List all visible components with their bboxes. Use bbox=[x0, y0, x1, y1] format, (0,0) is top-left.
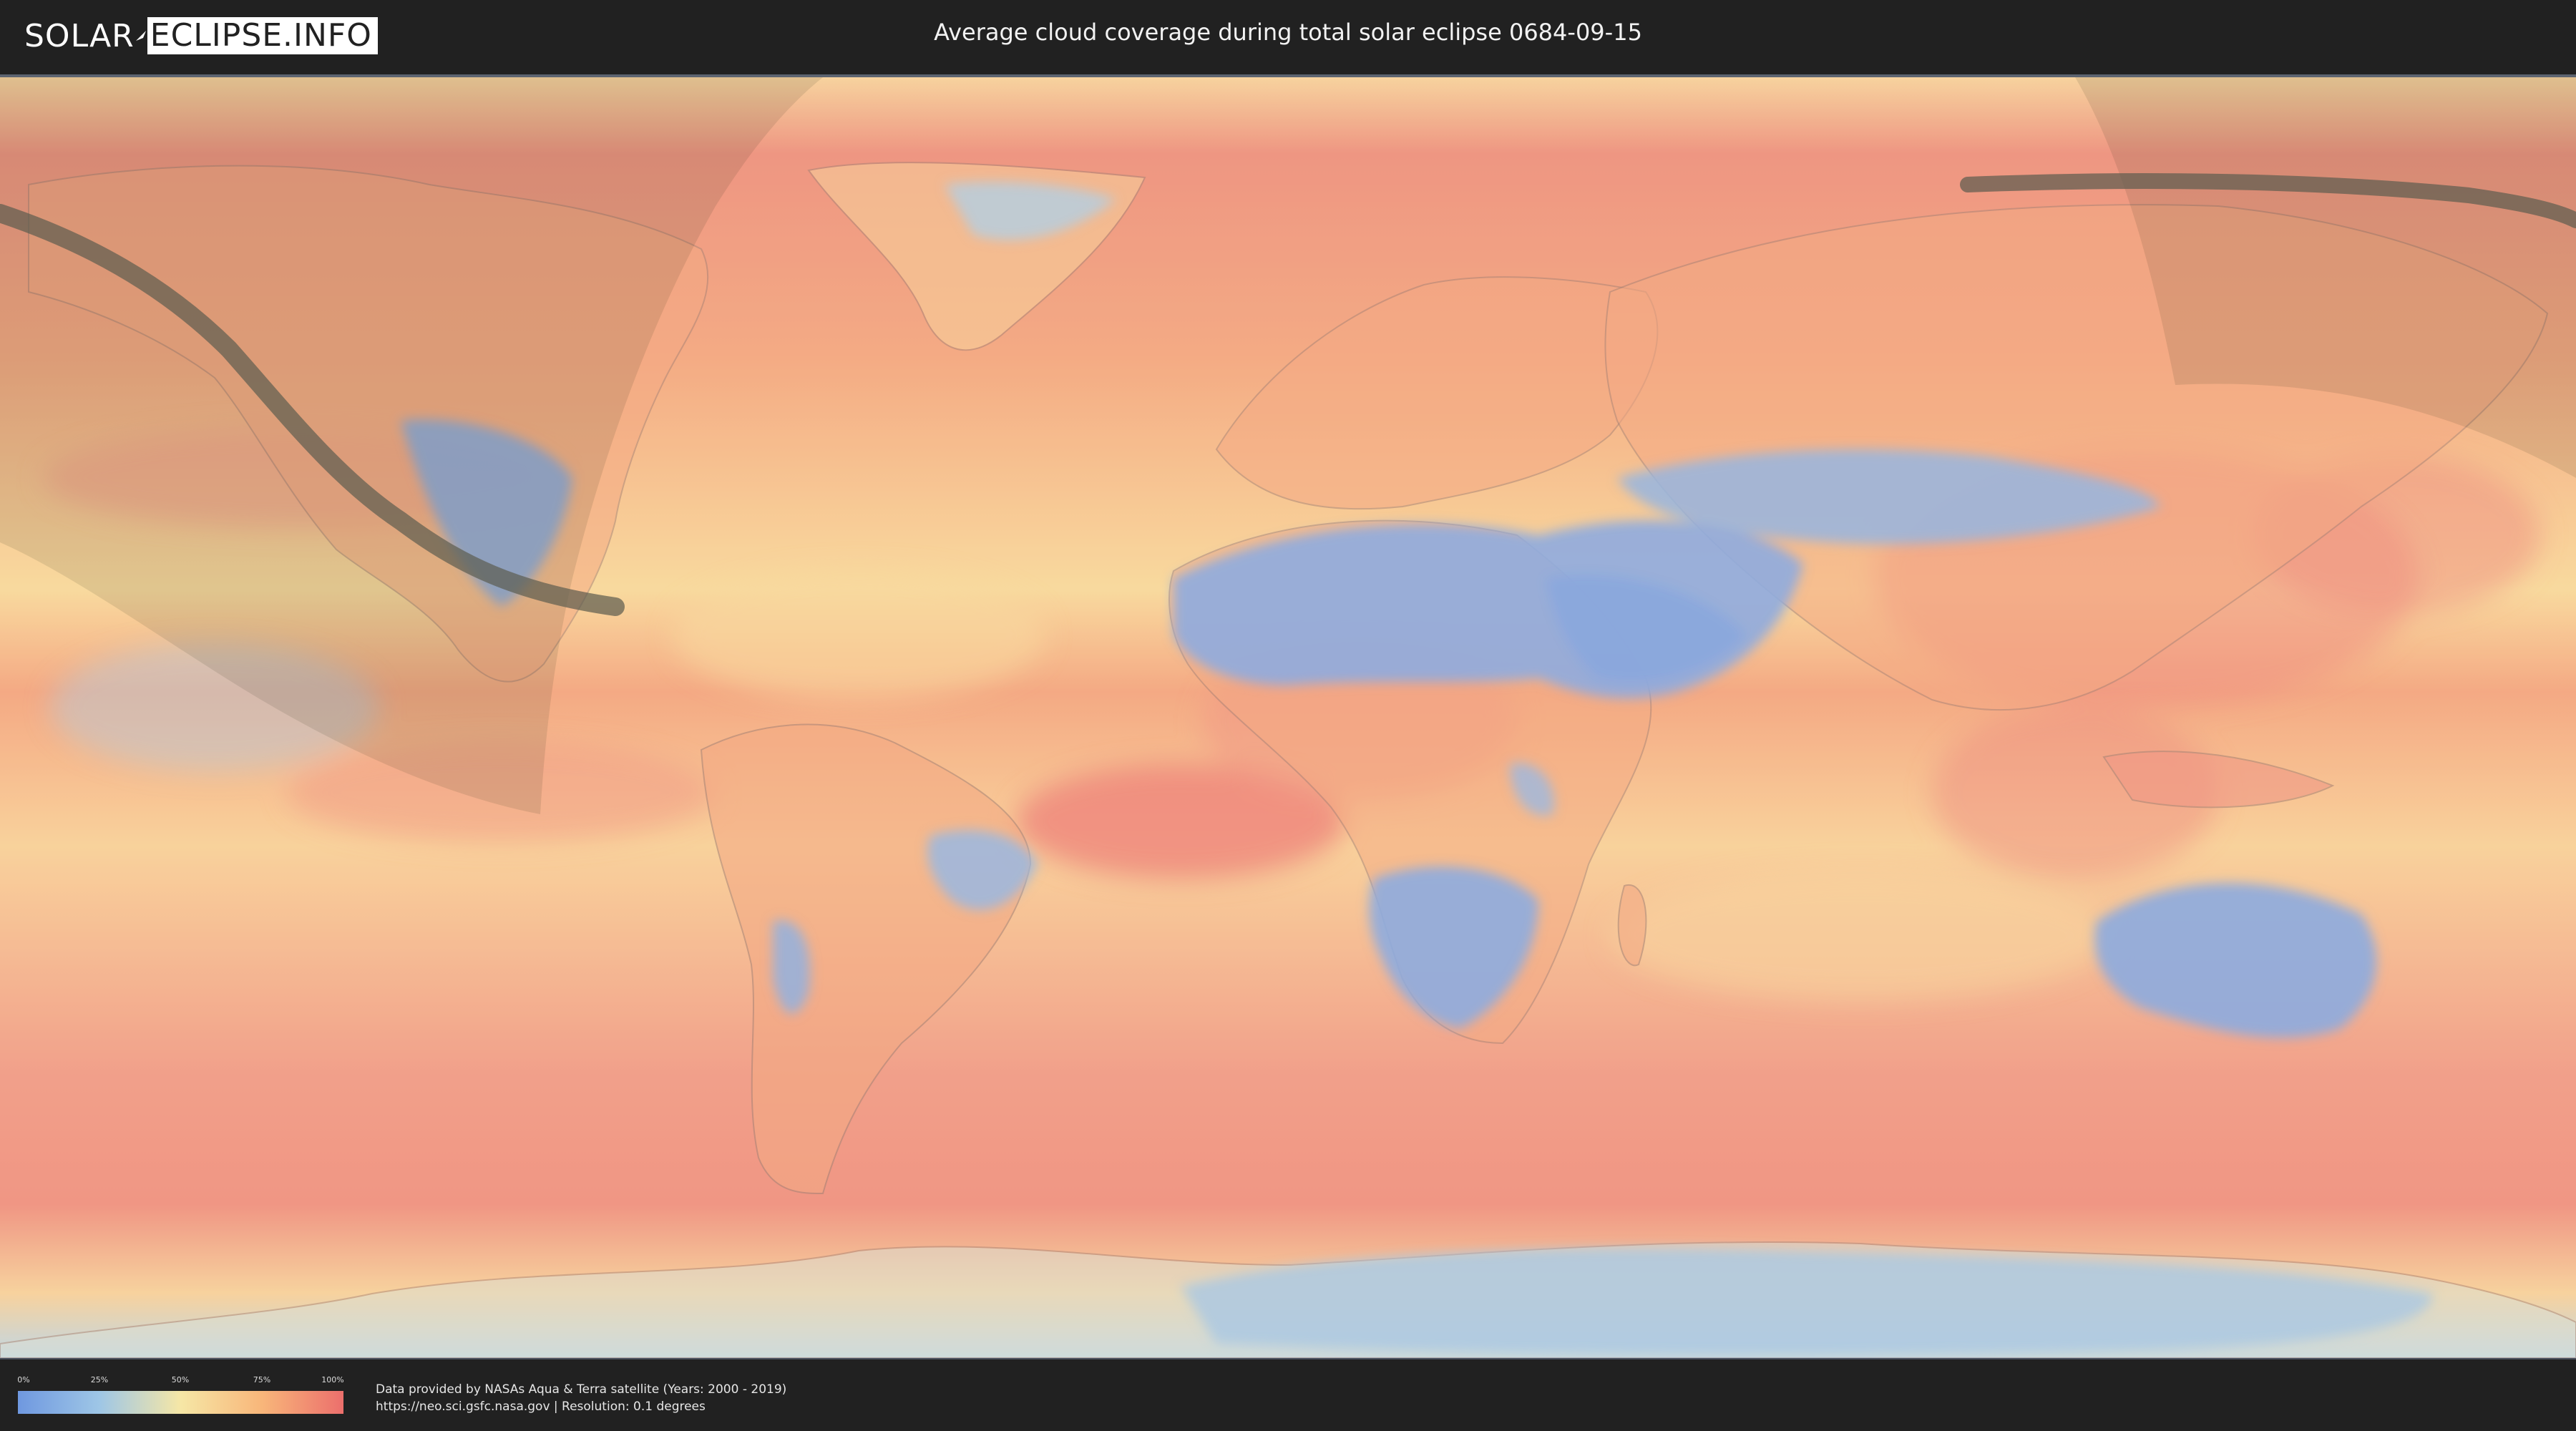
credits-source: Data provided by NASAs Aqua & Terra sate… bbox=[376, 1382, 787, 1397]
legend-tick-0: 0% bbox=[17, 1375, 30, 1384]
eclipse-visibility-overlay bbox=[0, 77, 2576, 1358]
footer-bar: 0% 25% 50% 75% 100% Data provided by NAS… bbox=[0, 1359, 2576, 1431]
data-credits: Data provided by NASAs Aqua & Terra sate… bbox=[376, 1381, 786, 1415]
world-map-svg bbox=[0, 77, 2576, 1358]
legend-tick-50: 50% bbox=[171, 1375, 190, 1384]
legend-tick-75: 75% bbox=[253, 1375, 271, 1384]
legend-tick-100: 100% bbox=[321, 1375, 344, 1384]
credits-url: https://neo.sci.gsfc.nasa.gov | Resoluti… bbox=[376, 1400, 706, 1414]
legend-tick-25: 25% bbox=[90, 1375, 109, 1384]
cloud-coverage-map[interactable] bbox=[0, 74, 2576, 1361]
header-bar: SOLAR ECLIPSE.INFO Average cloud coverag… bbox=[0, 0, 2576, 72]
legend-gradient-bar bbox=[18, 1391, 343, 1414]
cloud-coverage-legend: 0% 25% 50% 75% 100% bbox=[17, 1375, 344, 1415]
page-title: Average cloud coverage during total sola… bbox=[934, 19, 1642, 46]
